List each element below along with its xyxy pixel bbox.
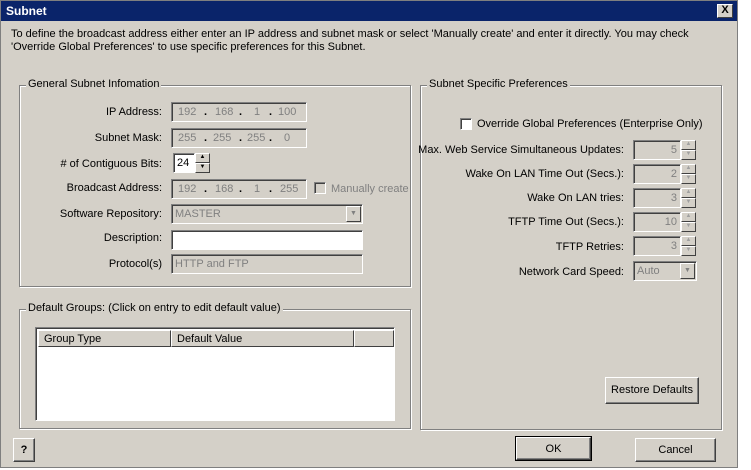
pref-tftp-timeout-spinner[interactable]: ▲ ▼ <box>681 212 696 232</box>
close-button[interactable]: X <box>717 4 733 18</box>
pref-label-wol-timeout: Wake On LAN Time Out (Secs.): <box>465 168 624 180</box>
spin-up-icon[interactable]: ▲ <box>195 153 210 163</box>
chevron-down-icon[interactable]: ▼ <box>346 206 361 222</box>
pref-tftp-retries-input[interactable]: 3 <box>633 236 681 256</box>
network-card-speed-select[interactable]: Auto ▼ <box>633 261 697 281</box>
protocol-label: Protocol(s) <box>108 258 162 270</box>
intro-text: To define the broadcast address either e… <box>11 28 689 53</box>
manually-create-checkbox[interactable] <box>314 182 326 194</box>
subnet-dialog: Subnet X To define the broadcast address… <box>0 0 738 468</box>
software-repository-select[interactable]: MASTER ▼ <box>171 204 363 224</box>
column-header-group-type[interactable]: Group Type <box>38 330 171 347</box>
column-header-default-value[interactable]: Default Value <box>171 330 354 347</box>
pref-label-max-web: Max. Web Service Simultaneous Updates: <box>418 144 624 156</box>
pref-tftp-timeout-input[interactable]: 10 <box>633 212 681 232</box>
pref-max-web-input[interactable]: 5 <box>633 140 681 160</box>
pref-wol-tries-spinner[interactable]: ▲ ▼ <box>681 188 696 208</box>
pref-wol-timeout-input[interactable]: 2 <box>633 164 681 184</box>
protocol-field[interactable]: HTTP and FTP <box>171 254 363 274</box>
column-header-empty <box>354 330 394 347</box>
chevron-down-icon[interactable]: ▼ <box>680 263 695 279</box>
pref-max-web-spinner[interactable]: ▲ ▼ <box>681 140 696 160</box>
general-subnet-title: General Subnet Infomation <box>26 78 162 90</box>
ok-button[interactable]: OK <box>515 436 592 461</box>
broadcast-address-label: Broadcast Address: <box>66 182 162 194</box>
default-groups-list[interactable]: Group Type Default Value <box>35 327 395 421</box>
contiguous-bits-spinner[interactable]: ▲ ▼ <box>195 153 210 173</box>
pref-tftp-retries-spinner[interactable]: ▲ ▼ <box>681 236 696 256</box>
contiguous-bits-input[interactable]: 24 <box>173 153 195 173</box>
manually-create-label: Manually create <box>331 183 409 195</box>
pref-label-wol-tries: Wake On LAN tries: <box>527 192 624 204</box>
network-card-speed-label: Network Card Speed: <box>518 266 624 278</box>
window-title: Subnet <box>6 4 47 18</box>
override-global-label: Override Global Preferences (Enterprise … <box>477 118 703 130</box>
default-groups-title: Default Groups: (Click on entry to edit … <box>26 302 283 314</box>
subnet-preferences-title: Subnet Specific Preferences <box>427 78 570 90</box>
pref-wol-tries-input[interactable]: 3 <box>633 188 681 208</box>
pref-label-tftp-retries: TFTP Retries: <box>555 241 624 253</box>
restore-defaults-button[interactable]: Restore Defaults <box>605 377 699 404</box>
help-button[interactable]: ? <box>13 438 35 462</box>
pref-wol-timeout-spinner[interactable]: ▲ ▼ <box>681 164 696 184</box>
pref-label-tftp-timeout: TFTP Time Out (Secs.): <box>508 216 624 228</box>
broadcast-address-field[interactable]: 192 . 168 . 1 . 255 <box>171 179 307 199</box>
title-bar: Subnet X <box>1 1 737 21</box>
spin-down-icon[interactable]: ▼ <box>195 163 210 173</box>
description-input[interactable] <box>171 230 363 250</box>
ip-address-field[interactable]: 192 . 168 . 1 . 100 <box>171 102 307 122</box>
software-repository-label: Software Repository: <box>59 208 162 220</box>
description-label: Description: <box>103 232 162 244</box>
help-icon: ? <box>20 444 28 456</box>
contiguous-bits-label: # of Contiguous Bits: <box>60 158 162 170</box>
subnet-mask-field[interactable]: 255 . 255 . 255 . 0 <box>171 128 307 148</box>
ip-address-label: IP Address: <box>105 106 162 118</box>
subnet-mask-label: Subnet Mask: <box>94 132 162 144</box>
cancel-button[interactable]: Cancel <box>635 438 716 462</box>
override-global-checkbox[interactable] <box>460 118 472 130</box>
